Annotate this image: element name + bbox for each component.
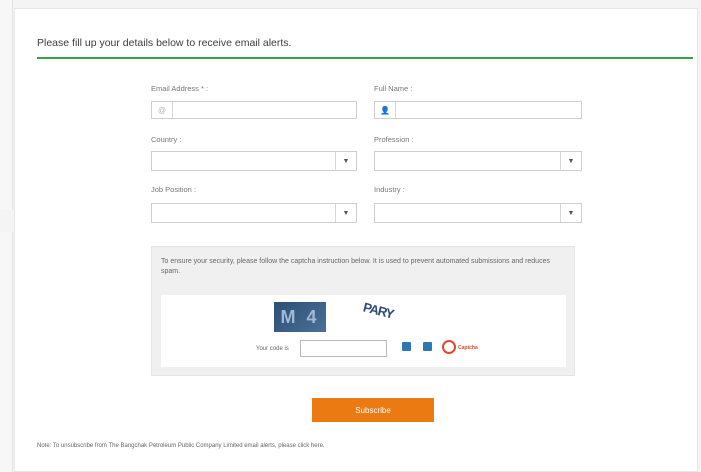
country-select[interactable]: ▼ [151, 151, 357, 171]
captcha-image-2: PARY [361, 299, 396, 322]
industry-label: Industry : [374, 185, 405, 194]
refresh-captcha-icon[interactable] [402, 342, 411, 351]
captcha-box: M 4 PARY Your code is Captcha [161, 295, 566, 367]
audio-captcha-icon[interactable] [423, 342, 432, 351]
fullname-field[interactable]: 👤 [374, 101, 582, 119]
email-field[interactable]: @ [151, 101, 357, 119]
fullname-label: Full Name : [374, 84, 413, 93]
industry-select[interactable]: ▼ [374, 203, 582, 223]
profession-label: Profession : [374, 135, 414, 144]
captcha-code-label: Your code is [256, 346, 289, 352]
captcha-logo-text: Captcha [458, 345, 478, 351]
captcha-logo-icon [442, 340, 456, 354]
left-sidebar-edge-top [0, 0, 13, 210]
job-position-label: Job Position : [151, 185, 197, 194]
chevron-down-icon[interactable]: ▼ [335, 152, 356, 170]
email-at-icon: @ [152, 102, 173, 118]
form-title: Please fill up your details below to rec… [37, 37, 292, 49]
email-label: Email Address * : [151, 84, 209, 93]
profession-select[interactable]: ▼ [374, 151, 582, 171]
country-label: Country : [151, 135, 182, 144]
captcha-instructions: To ensure your security, please follow t… [161, 258, 550, 275]
chevron-down-icon[interactable]: ▼ [335, 204, 356, 222]
captcha-image-1: M 4 [274, 302, 326, 332]
subscribe-button[interactable]: Subscribe [312, 398, 434, 422]
captcha-section: To ensure your security, please follow t… [151, 246, 575, 376]
chevron-down-icon[interactable]: ▼ [560, 204, 581, 222]
left-sidebar-edge-bottom [0, 232, 13, 472]
chevron-down-icon[interactable]: ▼ [560, 152, 581, 170]
user-icon: 👤 [375, 102, 396, 118]
title-divider [37, 57, 693, 59]
email-alerts-panel: Please fill up your details below to rec… [14, 8, 698, 472]
captcha-code-input[interactable] [300, 340, 387, 357]
unsubscribe-note[interactable]: Note: To unsubscribe from The Bangchak P… [37, 443, 325, 449]
job-position-select[interactable]: ▼ [151, 203, 357, 223]
